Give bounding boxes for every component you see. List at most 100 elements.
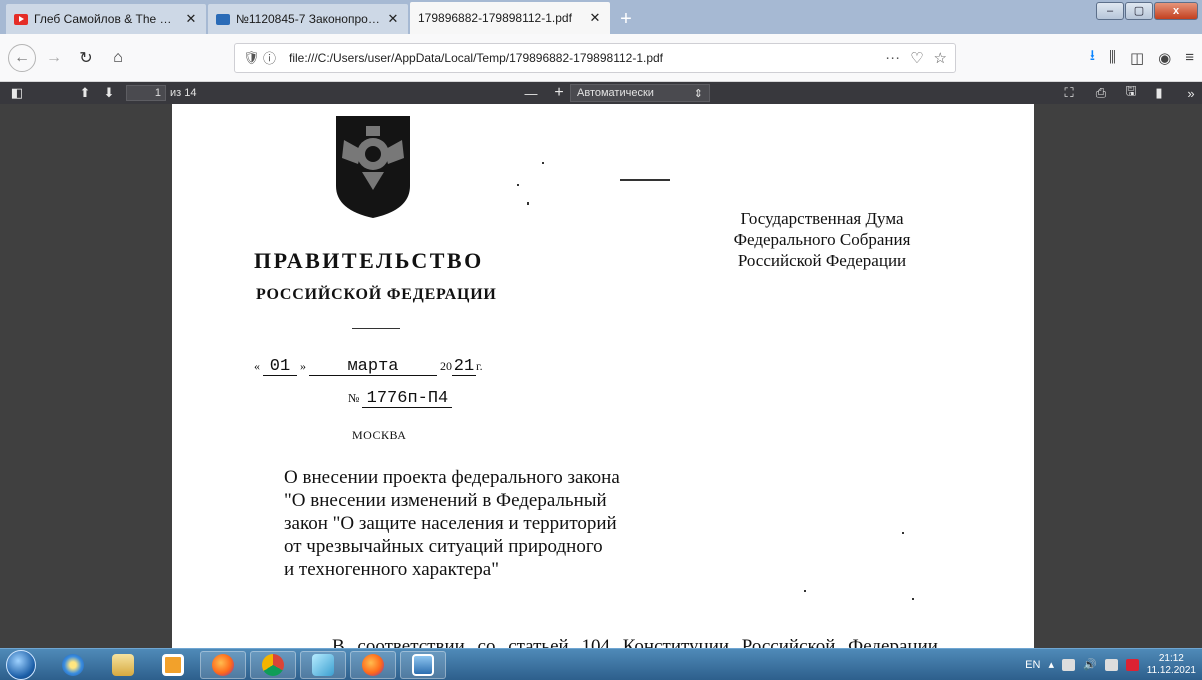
date-year-suffix: 21 xyxy=(452,357,476,376)
close-tab-icon[interactable]: ✕ xyxy=(184,11,198,27)
date-line: « 01 » марта 20 21 г. xyxy=(254,358,483,376)
tools-chevron-icon[interactable]: » xyxy=(1182,82,1200,104)
subject-line: закон "О защите населения и территорий xyxy=(284,513,617,534)
coat-of-arms-emblem xyxy=(336,116,410,218)
body-first-line: В соответствии со статьей 104 Конституци… xyxy=(332,636,938,648)
tab-youtube[interactable]: Глеб Самойлов & The Matrixx ✕ xyxy=(6,4,206,34)
forward-button[interactable]: → xyxy=(40,44,68,72)
url-text[interactable]: file:///C:/Users/user/AppData/Local/Temp… xyxy=(289,51,885,65)
duma-site-icon xyxy=(216,13,230,25)
subject-block: О внесении проекта федерального закона "… xyxy=(284,466,620,581)
pdf-page: ПРАВИТЕЛЬСТВО РОССИЙСКОЙ ФЕДЕРАЦИИ Госуд… xyxy=(172,104,1034,648)
youtube-icon xyxy=(14,13,28,25)
page-actions-icon[interactable]: ··· xyxy=(885,49,900,67)
tab-duma[interactable]: №1120845-7 Законопроект :: Система обесп… xyxy=(208,4,408,34)
pdf-toolbar: ◧ ⬆ ⬇ 1 из 14 — + Автоматически ⇕ ⛶ ⎙ 🖫 … xyxy=(0,82,1202,104)
clock[interactable]: 21:12 11.12.2021 xyxy=(1147,653,1196,677)
pdf-viewer[interactable]: ПРАВИТЕЛЬСТВО РОССИЙСКОЙ ФЕДЕРАЦИИ Госуд… xyxy=(0,104,1202,648)
firefox-icon xyxy=(362,653,384,676)
clock-date: 11.12.2021 xyxy=(1146,664,1196,676)
library-icon[interactable]: ⫼ xyxy=(1109,49,1116,66)
internet-explorer-icon xyxy=(62,653,84,676)
subject-line: от чрезвычайных ситуаций природного xyxy=(284,536,603,557)
screen: Глеб Самойлов & The Matrixx ✕ №1120845-7… xyxy=(0,0,1202,680)
save-icon[interactable]: 🖫 xyxy=(1122,82,1140,104)
pocket-icon[interactable]: ♡ xyxy=(910,49,923,67)
recipient-line: Российской Федерации xyxy=(737,251,907,270)
address-bar[interactable]: 🛡 ⓘ file:///C:/Users/user/AppData/Local/… xyxy=(234,42,956,73)
date-year-unit: г. xyxy=(476,359,483,373)
windows-taskbar: EN ▴ 🔊 21:12 11.12.2021 xyxy=(0,648,1202,680)
download-icon[interactable]: ⭳ xyxy=(1090,45,1095,70)
subject-line: "О внесении изменений в Федеральный xyxy=(284,490,607,511)
reload-button[interactable]: ↻ xyxy=(72,44,100,72)
close-tab-icon[interactable]: ✕ xyxy=(386,11,400,27)
chrome-icon xyxy=(262,653,284,676)
date-day: 01 xyxy=(263,358,297,376)
sidebar-toggle-icon[interactable]: ◧ xyxy=(8,82,26,104)
subject-line: О внесении проекта федерального закона xyxy=(284,467,620,488)
zoom-in-button[interactable]: + xyxy=(550,82,568,104)
minimize-button[interactable]: – xyxy=(1096,2,1124,20)
date-close-quote: » xyxy=(300,359,306,373)
zoom-select[interactable]: Автоматически ⇕ xyxy=(570,84,710,102)
taskbar-media-player[interactable] xyxy=(150,651,196,679)
zoom-out-button[interactable]: — xyxy=(522,82,540,104)
page-total-label: из 14 xyxy=(170,87,197,99)
sidebar-icon[interactable]: ◫ xyxy=(1130,49,1144,67)
window-controls: – ▢ x xyxy=(1095,2,1198,20)
divider xyxy=(352,328,400,329)
taskbar-notes[interactable] xyxy=(300,650,346,679)
next-page-icon[interactable]: ⬇ xyxy=(100,82,118,104)
toolbar-right: ⭳ ⫼ ◫ ◉ ≡ xyxy=(1090,45,1202,70)
tab-pdf[interactable]: 179896882-179898112-1.pdf ✕ xyxy=(410,2,610,34)
scan-speck xyxy=(517,184,519,186)
scan-speck xyxy=(804,590,806,592)
tab-title: 179896882-179898112-1.pdf xyxy=(418,11,572,25)
presentation-mode-icon[interactable]: ⛶ xyxy=(1060,82,1078,104)
tab-title: №1120845-7 Законопроект :: Система обесп… xyxy=(236,12,380,26)
document-number: 1776п-П4 xyxy=(362,390,453,408)
close-window-button[interactable]: x xyxy=(1154,2,1198,20)
previous-page-icon[interactable]: ⬆ xyxy=(76,82,94,104)
navigation-bar: ← → ↻ ⌂ 🛡 ⓘ file:///C:/Users/user/AppDat… xyxy=(0,34,1202,82)
tab-title: Глеб Самойлов & The Matrixx xyxy=(34,12,178,26)
scan-speck xyxy=(527,202,529,205)
taskbar-file-explorer[interactable] xyxy=(100,651,146,679)
taskbar-chrome[interactable] xyxy=(250,650,296,679)
tray-expand-icon[interactable]: ▴ xyxy=(1048,658,1054,671)
language-indicator[interactable]: EN xyxy=(1025,659,1040,671)
government-subtitle: РОССИЙСКОЙ ФЕДЕРАЦИИ xyxy=(256,286,497,303)
shield-icon[interactable]: 🛡 xyxy=(243,50,261,66)
taskbar-image-viewer[interactable] xyxy=(400,650,446,679)
account-icon[interactable]: ◉ xyxy=(1158,49,1171,67)
date-open-quote: « xyxy=(254,359,260,373)
security-flag-icon[interactable] xyxy=(1125,658,1139,671)
bookmark-icon[interactable]: ▮ xyxy=(1150,82,1168,104)
city-label: МОСКВА xyxy=(352,428,407,442)
page-number-input[interactable]: 1 xyxy=(126,85,166,101)
print-icon[interactable]: ⎙ xyxy=(1092,82,1110,104)
date-month: марта xyxy=(309,358,437,376)
date-year-prefix: 20 xyxy=(440,359,452,373)
document-number-line: № 1776п-П4 xyxy=(348,390,453,408)
taskbar-firefox-2[interactable] xyxy=(350,650,396,679)
back-button[interactable]: ← xyxy=(8,43,36,72)
close-tab-icon[interactable]: ✕ xyxy=(588,10,602,26)
taskbar-internet-explorer[interactable] xyxy=(50,651,96,679)
action-center-icon[interactable] xyxy=(1061,658,1075,671)
firefox-icon xyxy=(212,653,234,676)
government-title: ПРАВИТЕЛЬСТВО xyxy=(254,248,484,273)
home-button[interactable]: ⌂ xyxy=(104,44,132,72)
recipient-line: Федерального Собрания xyxy=(733,230,911,249)
menu-icon[interactable]: ≡ xyxy=(1185,49,1194,66)
bookmark-star-icon[interactable]: ☆ xyxy=(934,49,947,67)
new-tab-button[interactable]: + xyxy=(612,4,640,34)
network-icon[interactable] xyxy=(1104,658,1118,671)
start-orb[interactable] xyxy=(6,649,36,680)
maximize-button[interactable]: ▢ xyxy=(1125,2,1153,20)
taskbar-firefox[interactable] xyxy=(200,650,246,679)
info-icon[interactable]: ⓘ xyxy=(263,48,281,67)
volume-icon[interactable]: 🔊 xyxy=(1083,658,1097,671)
media-player-icon xyxy=(162,653,184,676)
